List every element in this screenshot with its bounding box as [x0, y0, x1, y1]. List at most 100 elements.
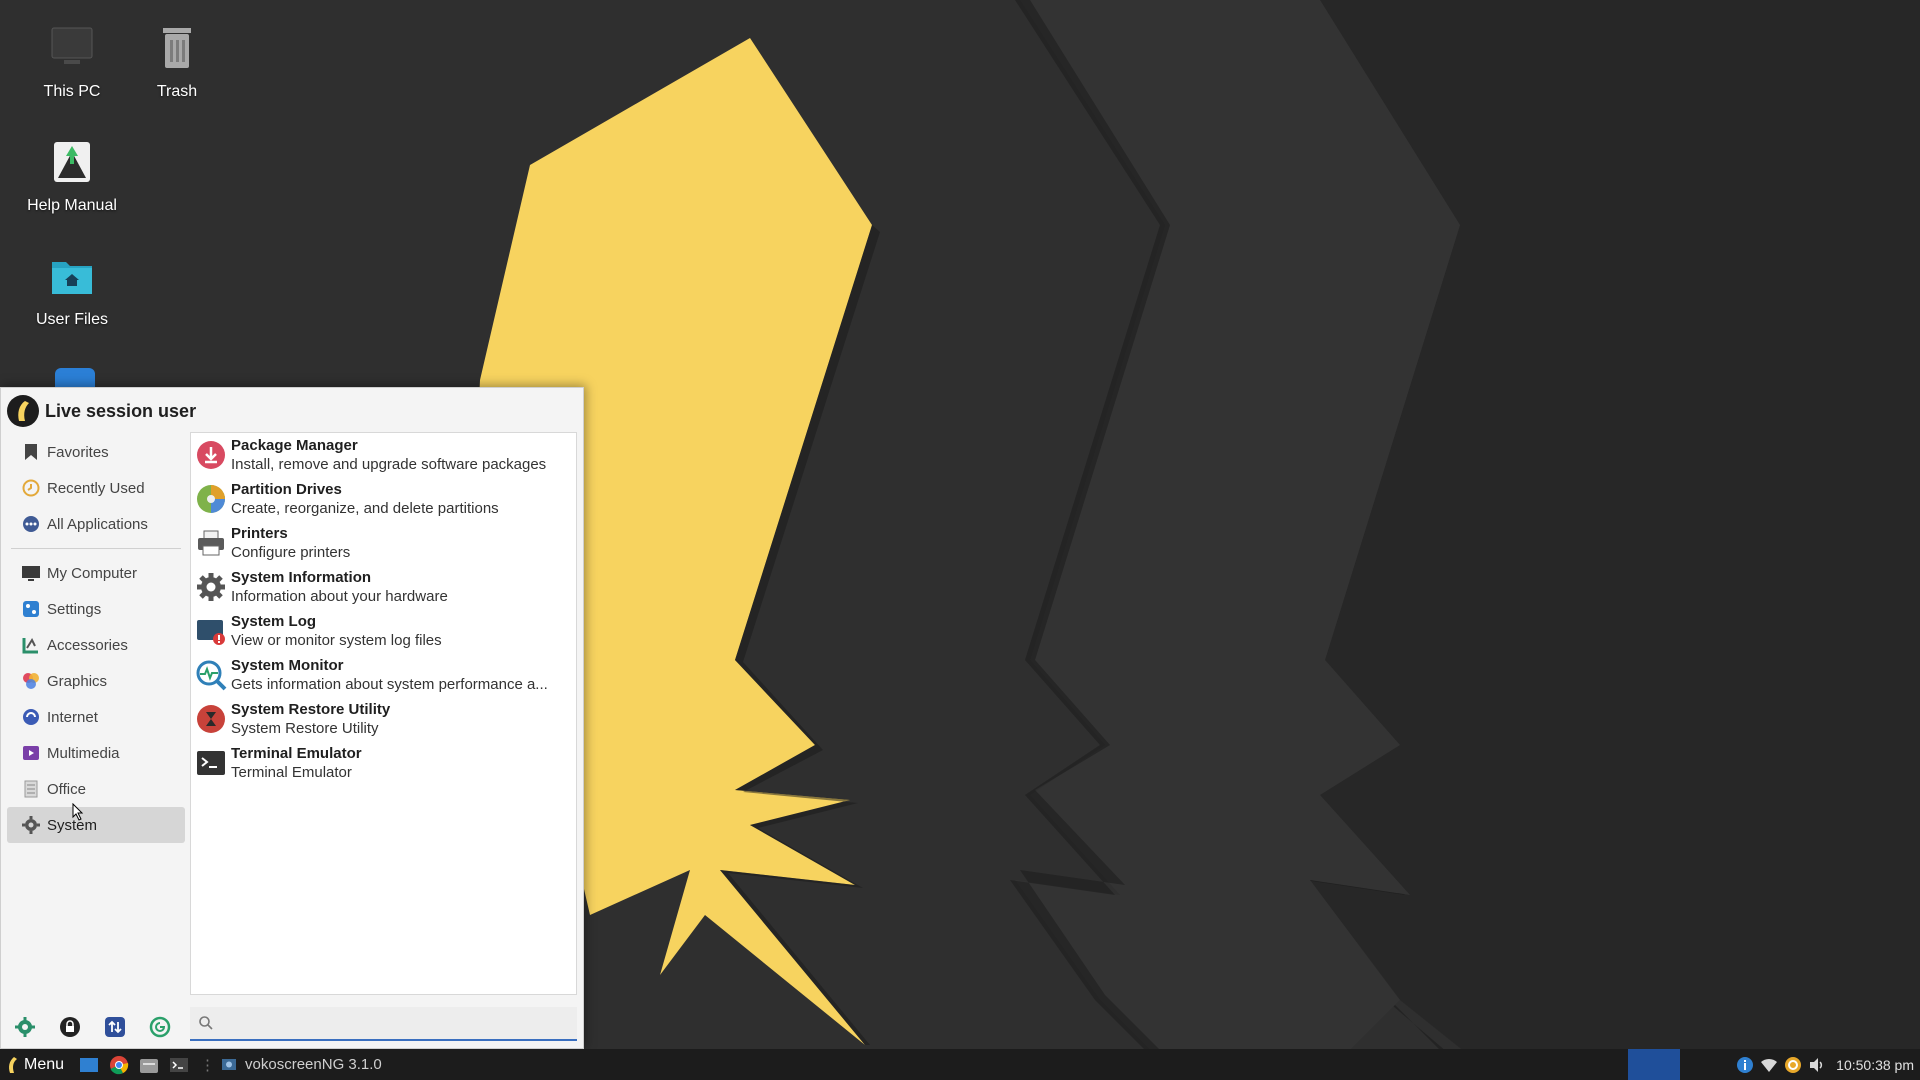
- system-monitor-icon: [196, 660, 227, 691]
- app-name: System Monitor: [231, 657, 344, 674]
- category-label: Office: [47, 780, 86, 798]
- updater-icon: [1785, 1056, 1802, 1073]
- desktop-icon-help-manual[interactable]: Help Manual: [17, 138, 127, 215]
- file-manager-icon: [140, 1058, 159, 1073]
- app-name: Package Manager: [231, 437, 358, 454]
- app-partition-drives[interactable]: Partition Drives Create, reorganize, and …: [191, 477, 576, 521]
- home-folder-icon: [52, 262, 92, 294]
- system-log-icon: [197, 620, 225, 645]
- category-system[interactable]: System: [7, 807, 185, 843]
- app-name: System Information: [231, 569, 372, 586]
- app-name: Partition Drives: [231, 481, 342, 498]
- clock[interactable]: 10:50:38 pm: [1836, 1057, 1914, 1073]
- app-description: Create, reorganize, and delete partition…: [231, 500, 499, 517]
- search-input[interactable]: [214, 1009, 577, 1037]
- user-avatar-icon: [18, 401, 29, 421]
- category-multimedia[interactable]: Multimedia: [7, 735, 185, 771]
- network-tray-button[interactable]: [1760, 1056, 1778, 1074]
- office-icon: [21, 779, 41, 799]
- launcher-file-manager[interactable]: [138, 1054, 160, 1076]
- app-description: Gets information about system performanc…: [231, 676, 548, 693]
- desktop-icon-trash[interactable]: Trash: [122, 24, 232, 101]
- category-accessories[interactable]: Accessories: [7, 627, 185, 663]
- desktop-icon-user-files[interactable]: User Files: [17, 252, 127, 329]
- taskbar: Menu ⋮ vokoscreenNG 3.1.0 10:50:38 pm: [0, 1049, 1920, 1080]
- app-name: Printers: [231, 525, 288, 542]
- chrome-icon: [110, 1055, 129, 1074]
- switch-user-icon: [105, 1017, 125, 1037]
- desktop-icon-label: This PC: [43, 83, 101, 100]
- bookmark-icon: [21, 442, 41, 462]
- app-system-monitor[interactable]: System Monitor Gets information about sys…: [191, 653, 576, 697]
- settings-icon: [21, 599, 41, 619]
- trash-icon: [163, 28, 191, 68]
- app-printers[interactable]: Printers Configure printers: [191, 521, 576, 565]
- app-description: System Restore Utility: [231, 720, 379, 737]
- workspace-switcher[interactable]: [1628, 1049, 1680, 1080]
- app-system-restore-utility[interactable]: System Restore Utility System Restore Uti…: [191, 697, 576, 741]
- category-settings[interactable]: Settings: [7, 591, 185, 627]
- category-list: Favorites Recently Used All Applications…: [7, 434, 185, 843]
- updates-tray-button[interactable]: [1784, 1056, 1802, 1074]
- category-label: Accessories: [47, 636, 128, 654]
- category-office[interactable]: Office: [7, 771, 185, 807]
- category-my-computer[interactable]: My Computer: [7, 555, 185, 591]
- info-tray-button[interactable]: [1736, 1056, 1754, 1074]
- volume-tray-button[interactable]: [1808, 1056, 1826, 1074]
- app-description: View or monitor system log files: [231, 632, 442, 649]
- printer-icon: [198, 530, 224, 556]
- user-avatar[interactable]: [7, 395, 39, 427]
- lock-icon: [60, 1017, 80, 1037]
- menu-button[interactable]: Menu: [0, 1049, 70, 1080]
- launcher-terminal[interactable]: [168, 1054, 190, 1076]
- package-manager-icon: [197, 441, 225, 469]
- menu-logo-icon: [9, 1056, 17, 1073]
- search-icon: [199, 1016, 213, 1030]
- category-recently-used[interactable]: Recently Used: [7, 470, 185, 506]
- launcher-show-desktop[interactable]: [78, 1054, 100, 1076]
- system-gear-icon: [21, 815, 41, 835]
- taskbar-window-vokoscreen[interactable]: ⋮ vokoscreenNG 3.1.0: [200, 1056, 382, 1074]
- category-favorites[interactable]: Favorites: [7, 434, 185, 470]
- logout-button[interactable]: [146, 1013, 174, 1041]
- partition-icon: [197, 485, 225, 513]
- launcher-browser[interactable]: [108, 1054, 130, 1076]
- app-system-information[interactable]: System Information Information about your…: [191, 565, 576, 609]
- graphics-icon: [21, 671, 41, 691]
- clock-icon: [21, 478, 41, 498]
- category-internet[interactable]: Internet: [7, 699, 185, 735]
- user-name: Live session user: [45, 400, 197, 421]
- search-box[interactable]: [190, 1007, 577, 1041]
- app-description: Terminal Emulator: [231, 764, 352, 781]
- category-graphics[interactable]: Graphics: [7, 663, 185, 699]
- menu-header: Live session user: [7, 394, 196, 428]
- apps-icon: [21, 514, 41, 534]
- software-button[interactable]: [11, 1013, 39, 1041]
- category-all-applications[interactable]: All Applications: [7, 506, 185, 542]
- task-label: vokoscreenNG 3.1.0: [245, 1056, 382, 1073]
- multimedia-icon: [21, 743, 41, 763]
- gear-icon: [197, 573, 225, 601]
- app-system-log[interactable]: System Log View or monitor system log fil…: [191, 609, 576, 653]
- desktop-icon-this-pc[interactable]: This PC: [17, 24, 127, 101]
- start-menu: Live session user Favorites Recently Use…: [0, 387, 584, 1049]
- desktop-icon-label: Help Manual: [27, 197, 117, 214]
- app-name: System Log: [231, 613, 317, 630]
- show-desktop-icon: [80, 1057, 99, 1072]
- app-terminal-emulator[interactable]: Terminal Emulator Terminal Emulator: [191, 741, 576, 785]
- category-divider: [11, 548, 181, 549]
- help-manual-icon: [54, 142, 90, 182]
- app-name: Terminal Emulator: [231, 745, 362, 762]
- monitor-icon: [21, 563, 41, 583]
- app-package-manager[interactable]: Package Manager Install, remove and upgra…: [191, 433, 576, 477]
- category-label: Favorites: [47, 443, 109, 461]
- software-icon: [15, 1017, 35, 1037]
- category-label: Settings: [47, 600, 102, 618]
- desktop-icon-partial[interactable]: [55, 368, 95, 388]
- terminal-icon: [197, 751, 225, 775]
- lock-screen-button[interactable]: [56, 1013, 84, 1041]
- category-label: My Computer: [47, 564, 138, 582]
- task-separator-icon: ⋮: [200, 1056, 216, 1074]
- switch-user-button[interactable]: [101, 1013, 129, 1041]
- menu-button-label: Menu: [24, 1055, 65, 1073]
